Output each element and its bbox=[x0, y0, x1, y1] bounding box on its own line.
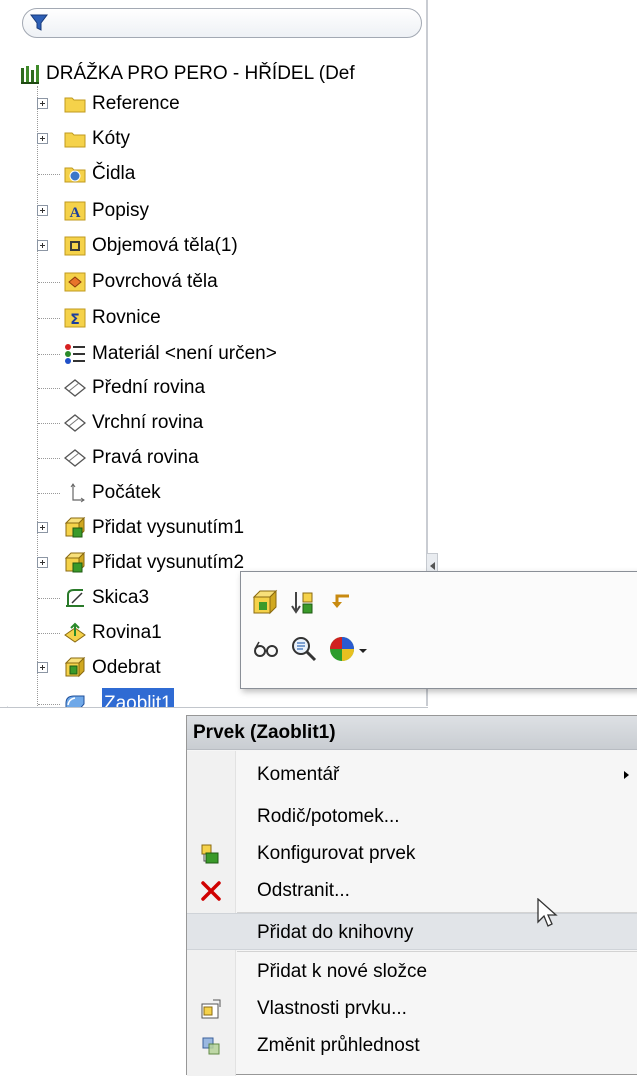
parent-child-icon[interactable] bbox=[327, 588, 357, 618]
solid-bodies-icon bbox=[64, 236, 86, 256]
configure-feature-icon bbox=[201, 844, 219, 864]
menu-item-label: Konfigurovat prvek bbox=[257, 843, 416, 864]
context-toolbar bbox=[240, 571, 637, 689]
svg-text:Σ: Σ bbox=[70, 312, 80, 328]
delete-icon bbox=[201, 881, 221, 901]
tree-item-label: Povrchová těla bbox=[92, 271, 218, 292]
menu-item-add-to-new-folder[interactable]: Přidat k nové složce bbox=[187, 953, 637, 990]
context-menu: Prvek (Zaoblit1) Komentář Rodič/potomek.… bbox=[186, 715, 637, 1076]
tree-branch bbox=[38, 318, 60, 319]
tree-branch bbox=[38, 633, 60, 634]
tree-guide-line bbox=[37, 86, 38, 706]
expand-toggle[interactable] bbox=[37, 205, 48, 216]
cut-extrude-icon bbox=[64, 657, 86, 678]
material-icon bbox=[65, 344, 85, 364]
tree-branch bbox=[38, 704, 60, 705]
transparency-icon bbox=[202, 1037, 220, 1055]
submenu-arrow-icon bbox=[624, 771, 629, 779]
context-menu-header: Prvek (Zaoblit1) bbox=[187, 716, 637, 750]
expand-toggle[interactable] bbox=[37, 133, 48, 144]
edit-feature-icon[interactable] bbox=[251, 588, 281, 618]
filter-bar[interactable] bbox=[22, 8, 422, 38]
tree-branch bbox=[38, 354, 60, 355]
tree-branch bbox=[38, 174, 60, 175]
graphics-area-background bbox=[0, 708, 186, 1074]
tree-branch bbox=[38, 388, 60, 389]
tree-item-label: Rovnice bbox=[92, 307, 161, 328]
menu-item-label: Přidat do knihovny bbox=[257, 922, 414, 943]
menu-item-parent-child[interactable]: Rodič/potomek... bbox=[187, 798, 637, 835]
menu-item-add-to-library[interactable]: Přidat do knihovny bbox=[187, 913, 637, 950]
menu-item-change-transparency[interactable]: Změnit průhlednost bbox=[187, 1027, 637, 1064]
expand-toggle[interactable] bbox=[37, 522, 48, 533]
menu-item-label: Změnit průhlednost bbox=[257, 1035, 420, 1056]
chevron-down-icon[interactable] bbox=[357, 634, 369, 664]
origin-icon bbox=[70, 483, 85, 503]
menu-item-label: Vlastnosti prvku... bbox=[257, 998, 407, 1019]
expand-toggle[interactable] bbox=[37, 98, 48, 109]
tree-item-label: Skica3 bbox=[92, 587, 150, 608]
part-icon bbox=[21, 65, 39, 84]
menu-item-label: Odstranit... bbox=[257, 880, 350, 901]
expand-toggle[interactable] bbox=[37, 557, 48, 568]
mouse-cursor-icon bbox=[537, 898, 558, 927]
menu-separator bbox=[237, 951, 637, 952]
tree-item-label: Přední rovina bbox=[92, 377, 206, 398]
surface-bodies-icon bbox=[64, 272, 86, 292]
tree-item-label: Vrchní rovina bbox=[92, 412, 204, 433]
expand-toggle[interactable] bbox=[37, 662, 48, 673]
tree-item-label: Počátek bbox=[92, 482, 161, 503]
tree-item-label: Reference bbox=[92, 93, 180, 114]
plane-icon bbox=[64, 379, 86, 397]
plane-icon bbox=[64, 414, 86, 432]
boss-extrude-icon bbox=[64, 552, 86, 573]
tree-item-label: Přidat vysunutím2 bbox=[92, 552, 245, 573]
tree-item-label: Pravá rovina bbox=[92, 447, 199, 468]
tree-item-label: Rovina1 bbox=[92, 622, 162, 643]
tree-item-label: Materiál <není určen> bbox=[92, 343, 277, 364]
sketch-icon bbox=[66, 589, 84, 607]
expand-toggle[interactable] bbox=[37, 240, 48, 251]
filter-icon[interactable] bbox=[29, 13, 49, 33]
tree-item-label: Kóty bbox=[92, 128, 131, 149]
tree-branch bbox=[38, 458, 60, 459]
tree-branch bbox=[38, 282, 60, 283]
feature-properties-icon bbox=[201, 999, 221, 1019]
tree-item-label: Odebrat bbox=[92, 657, 161, 678]
menu-item-feature-properties[interactable]: Vlastnosti prvku... bbox=[187, 990, 637, 1027]
rollback-icon[interactable] bbox=[289, 588, 319, 618]
tree-branch bbox=[38, 423, 60, 424]
menu-item-label: Komentář bbox=[257, 764, 340, 785]
svg-text:A: A bbox=[70, 205, 81, 221]
show-hide-icon[interactable] bbox=[251, 634, 281, 664]
menu-item-label: Přidat k nové složce bbox=[257, 961, 428, 982]
tree-branch bbox=[38, 493, 60, 494]
menu-item-comment[interactable]: Komentář bbox=[187, 756, 637, 793]
folder-icon bbox=[64, 97, 86, 113]
tree-item-label: Čidla bbox=[92, 163, 136, 184]
menu-item-configure-feature[interactable]: Konfigurovat prvek bbox=[187, 835, 637, 872]
plane-icon bbox=[64, 449, 86, 467]
annotations-icon: A bbox=[64, 201, 86, 221]
tree-item-label: Přidat vysunutím1 bbox=[92, 517, 245, 538]
folder-icon bbox=[64, 132, 86, 148]
boss-extrude-icon bbox=[64, 517, 86, 538]
tree-item-label: Objemová těla(1) bbox=[92, 235, 238, 256]
menu-item-label: Rodič/potomek... bbox=[257, 806, 400, 827]
appearance-icon[interactable] bbox=[327, 634, 357, 664]
sensor-folder-icon bbox=[64, 167, 86, 183]
menu-item-delete[interactable]: Odstranit... bbox=[187, 872, 637, 909]
equations-icon: Σ bbox=[64, 308, 86, 328]
tree-item-label: Popisy bbox=[92, 200, 150, 221]
reference-plane-icon bbox=[64, 622, 86, 643]
zoom-to-selection-icon[interactable] bbox=[289, 634, 319, 664]
tree-branch bbox=[38, 598, 60, 599]
tree-root-label: DRÁŽKA PRO PERO - HŘÍDEL (Def bbox=[46, 63, 355, 84]
